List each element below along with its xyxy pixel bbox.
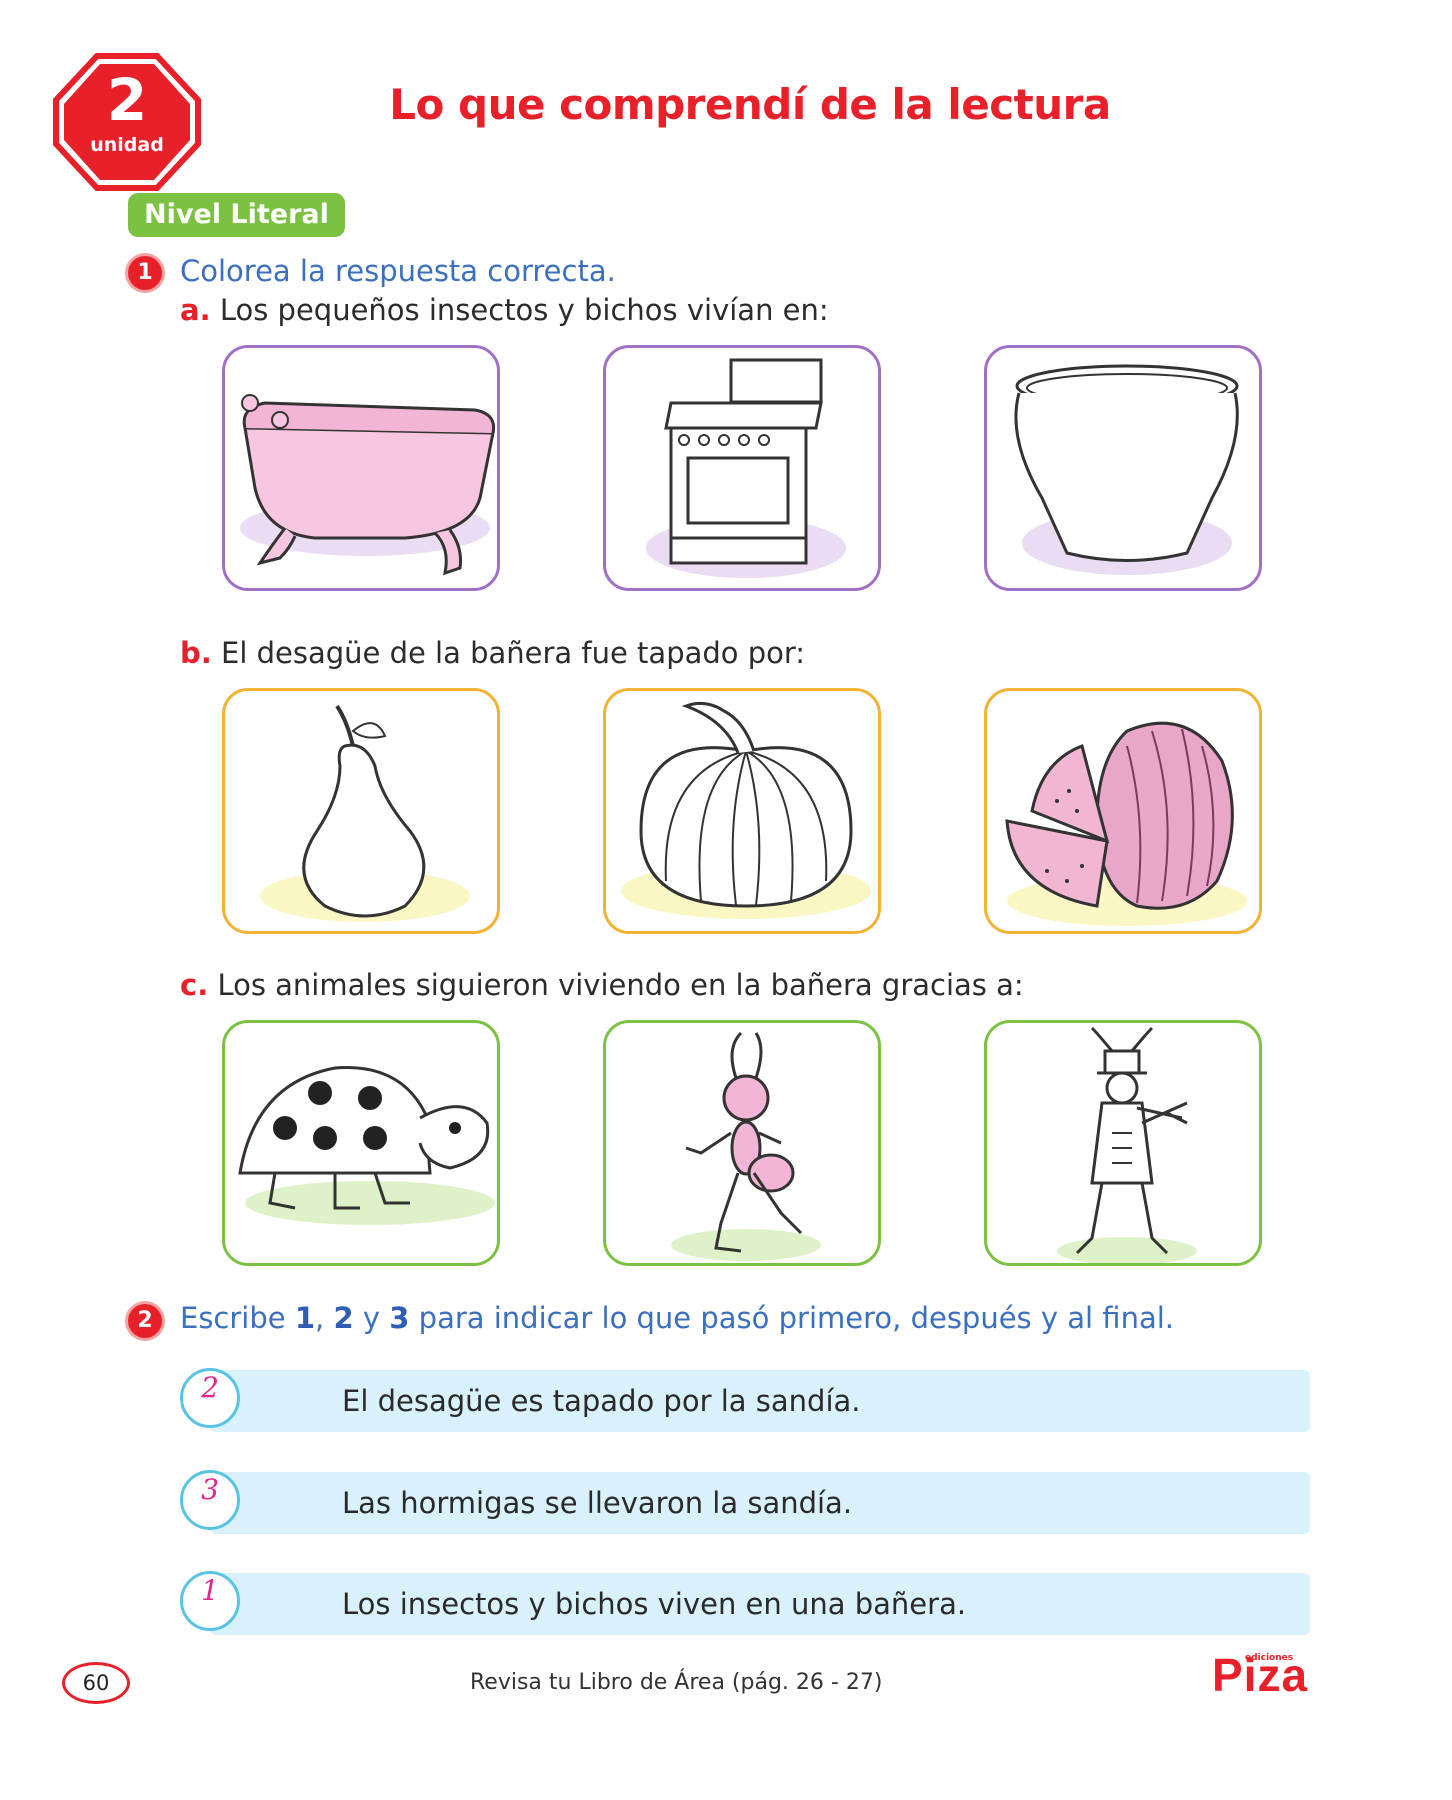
unit-number: 2 <box>106 66 148 134</box>
option-stove[interactable] <box>603 345 881 591</box>
question-1b-text: El desagüe de la bañera fue tapado por: <box>221 636 806 670</box>
question-1a-text: Los pequeños insectos y bichos vivían en… <box>219 293 829 327</box>
bathtub-picture <box>240 394 496 576</box>
cricket-violinist-picture <box>1057 1026 1197 1263</box>
watermelon-picture <box>1005 721 1247 926</box>
sequence-text: Los insectos y bichos viven en una bañer… <box>342 1587 967 1621</box>
question-1a-letter: a. <box>180 293 211 327</box>
option-watermelon[interactable] <box>984 688 1262 934</box>
option-pear[interactable] <box>222 688 500 934</box>
pumpkin-picture <box>621 701 871 919</box>
question-1-instruction: Colorea la respuesta correcta. <box>180 254 616 288</box>
pot-picture <box>1014 364 1239 575</box>
option-ladybug[interactable] <box>222 1020 500 1266</box>
stove-picture <box>646 358 846 578</box>
option-pumpkin[interactable] <box>603 688 881 934</box>
sequence-answer-field[interactable]: 2 <box>180 1368 240 1428</box>
publisher-logo: Piza <box>1212 1649 1309 1701</box>
question-1b: b. El desagüe de la bañera fue tapado po… <box>180 636 805 670</box>
page-number: 60 <box>62 1662 130 1704</box>
option-ant[interactable] <box>603 1020 881 1266</box>
question-2-instruction: Escribe 1, 2 y 3 para indicar lo que pas… <box>180 1301 1175 1335</box>
sequence-item-3: 1 Los insectos y bichos viven en una bañ… <box>180 1571 1310 1635</box>
book-reference: Revisa tu Libro de Área (pág. 26 - 27) <box>470 1670 883 1695</box>
sequence-text: El desagüe es tapado por la sandía. <box>342 1384 861 1418</box>
sequence-item-2: 3 Las hormigas se llevaron la sandía. <box>180 1470 1310 1534</box>
question-1c-text: Los animales siguieron viviendo en la ba… <box>217 968 1024 1002</box>
question-1c-letter: c. <box>180 968 209 1002</box>
question-1c: c. Los animales siguieron viviendo en la… <box>180 968 1024 1002</box>
pear-picture <box>260 704 470 922</box>
question-1-number: 1 <box>128 256 162 290</box>
sequence-answer-field[interactable]: 1 <box>180 1571 240 1631</box>
sequence-answer-field[interactable]: 3 <box>180 1470 240 1530</box>
sequence-text: Las hormigas se llevaron la sandía. <box>342 1486 853 1520</box>
sequence-item-1: 2 El desagüe es tapado por la sandía. <box>180 1368 1310 1432</box>
question-1b-letter: b. <box>180 636 212 670</box>
question-2-number: 2 <box>128 1304 162 1338</box>
option-pot[interactable] <box>984 345 1262 591</box>
question-1a: a. Los pequeños insectos y bichos vivían… <box>180 293 829 327</box>
ant-picture <box>671 1031 821 1261</box>
ladybug-picture <box>238 1066 495 1225</box>
page-title: Lo que comprendí de la lectura <box>389 80 1111 129</box>
level-badge: Nivel Literal <box>128 193 345 237</box>
option-bathtub[interactable] <box>222 345 500 591</box>
option-cricket[interactable] <box>984 1020 1262 1266</box>
unit-label: unidad <box>90 134 164 156</box>
